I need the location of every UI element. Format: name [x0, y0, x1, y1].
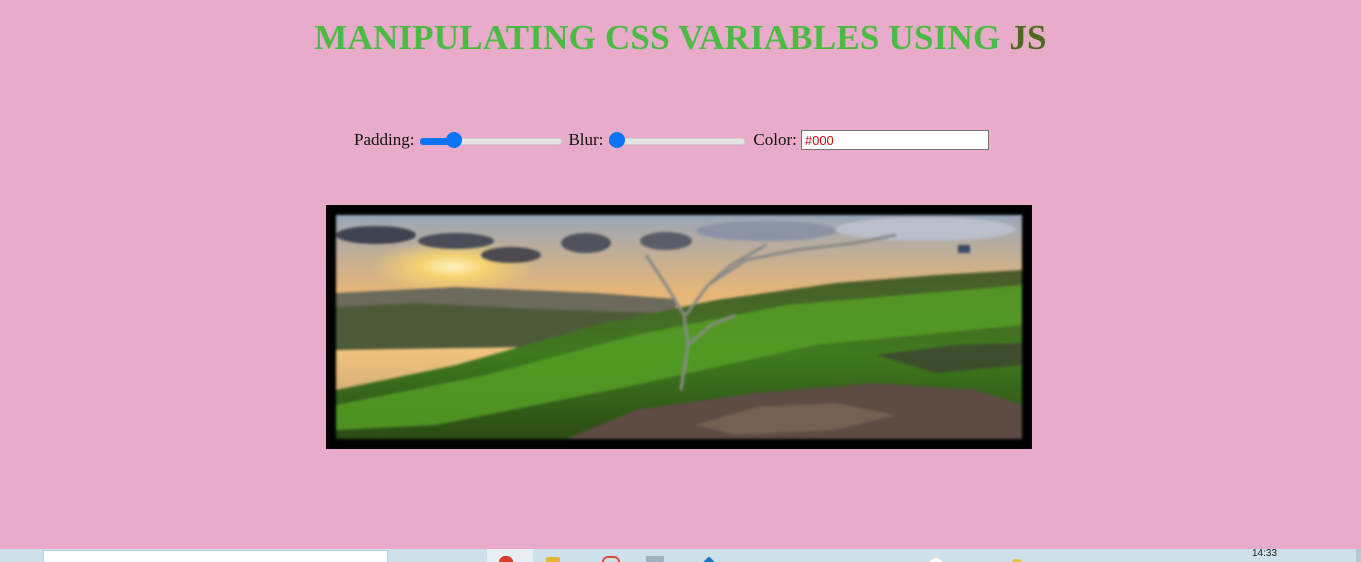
taskbar: 14:33	[0, 548, 1361, 562]
taskbar-clock[interactable]: 14:33	[1252, 548, 1277, 559]
color-input[interactable]	[800, 130, 989, 150]
page-title-highlight: JS	[1009, 18, 1047, 57]
padding-label: Padding:	[354, 130, 415, 149]
blur-slider-thumb[interactable]	[609, 132, 626, 148]
page-title: MANIPULATING CSS VARIABLES USING JS	[0, 18, 1361, 58]
controls-bar: Padding: Blur: Color:	[354, 127, 989, 153]
page-title-main: MANIPULATING CSS VARIABLES USING	[314, 18, 1001, 57]
blur-slider[interactable]	[609, 130, 746, 150]
opera-icon[interactable]	[602, 556, 620, 562]
landscape-photo	[336, 215, 1022, 439]
blur-slider-track	[609, 138, 746, 145]
folder-icon[interactable]	[546, 557, 560, 562]
vscode-icon[interactable]	[703, 556, 715, 562]
image-frame	[326, 205, 1032, 449]
taskbar-search-box[interactable]	[43, 550, 388, 562]
page: MANIPULATING CSS VARIABLES USING JS Padd…	[0, 0, 1361, 562]
window-icon[interactable]	[646, 556, 664, 562]
color-label: Color:	[753, 130, 797, 149]
padding-slider-thumb[interactable]	[445, 132, 462, 148]
padding-slider[interactable]	[420, 130, 563, 150]
show-desktop-button[interactable]	[1356, 549, 1361, 562]
blur-label: Blur:	[568, 130, 604, 149]
chrome-icon[interactable]	[499, 556, 513, 562]
tray-icon[interactable]	[930, 558, 942, 562]
